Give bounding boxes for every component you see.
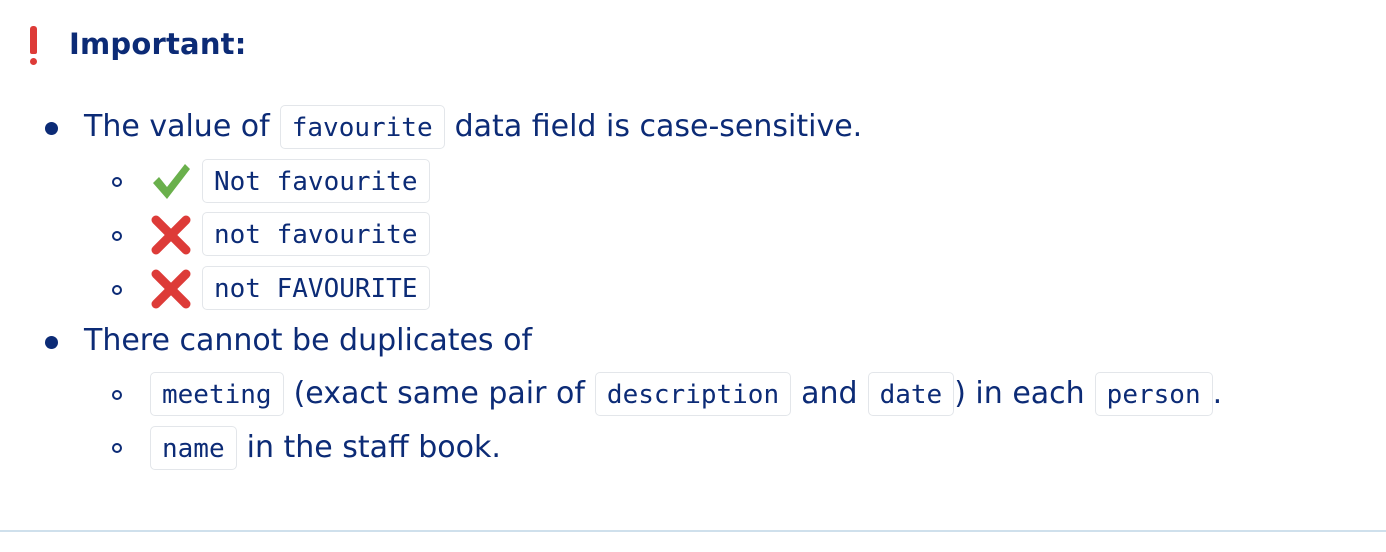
list-item-text: . (1212, 376, 1223, 411)
bullet-circle (112, 177, 122, 187)
bullet-circle (112, 443, 122, 453)
list-item-text: and (801, 376, 858, 411)
inline-code: meeting (150, 372, 284, 416)
callout-heading: Important: (30, 20, 247, 68)
bullet-circle (112, 285, 122, 295)
bullet-disc (45, 336, 58, 349)
inline-code: name (150, 426, 237, 470)
check-icon (150, 159, 192, 203)
cross-icon (150, 212, 192, 256)
list-item-text: data field is case-sensitive. (454, 109, 863, 144)
callout-title: Important: (69, 27, 247, 61)
list-item: The value of favourite data field is cas… (84, 104, 862, 150)
exclamation-icon (30, 22, 37, 66)
inline-code: description (594, 372, 792, 416)
list-item: name in the staff book. (150, 425, 501, 471)
list-item-text: (exact same pair of (293, 376, 585, 411)
list-item-text: There cannot be duplicates of (84, 323, 533, 358)
list-item: not FAVOURITE (150, 266, 430, 310)
inline-code: person (1094, 372, 1213, 416)
list-item-text: in the staff book. (246, 430, 501, 465)
list-item: meeting (exact same pair of description … (150, 371, 1222, 417)
important-callout: Important: The value of favourite data f… (0, 0, 1386, 532)
list-item: Not favourite (150, 159, 430, 203)
list-item-text: The value of (84, 109, 270, 144)
list-item-text: ) in each (954, 376, 1085, 411)
list-item: There cannot be duplicates of (84, 318, 532, 364)
bullet-circle (112, 390, 122, 400)
cross-icon (150, 266, 192, 310)
inline-code: not favourite (202, 212, 430, 256)
list-item: not favourite (150, 212, 430, 256)
inline-code: favourite (279, 105, 445, 149)
inline-code: date (867, 372, 955, 416)
inline-code: Not favourite (202, 159, 430, 203)
bullet-circle (112, 231, 122, 241)
bullet-disc (45, 122, 58, 135)
inline-code: not FAVOURITE (202, 266, 430, 310)
